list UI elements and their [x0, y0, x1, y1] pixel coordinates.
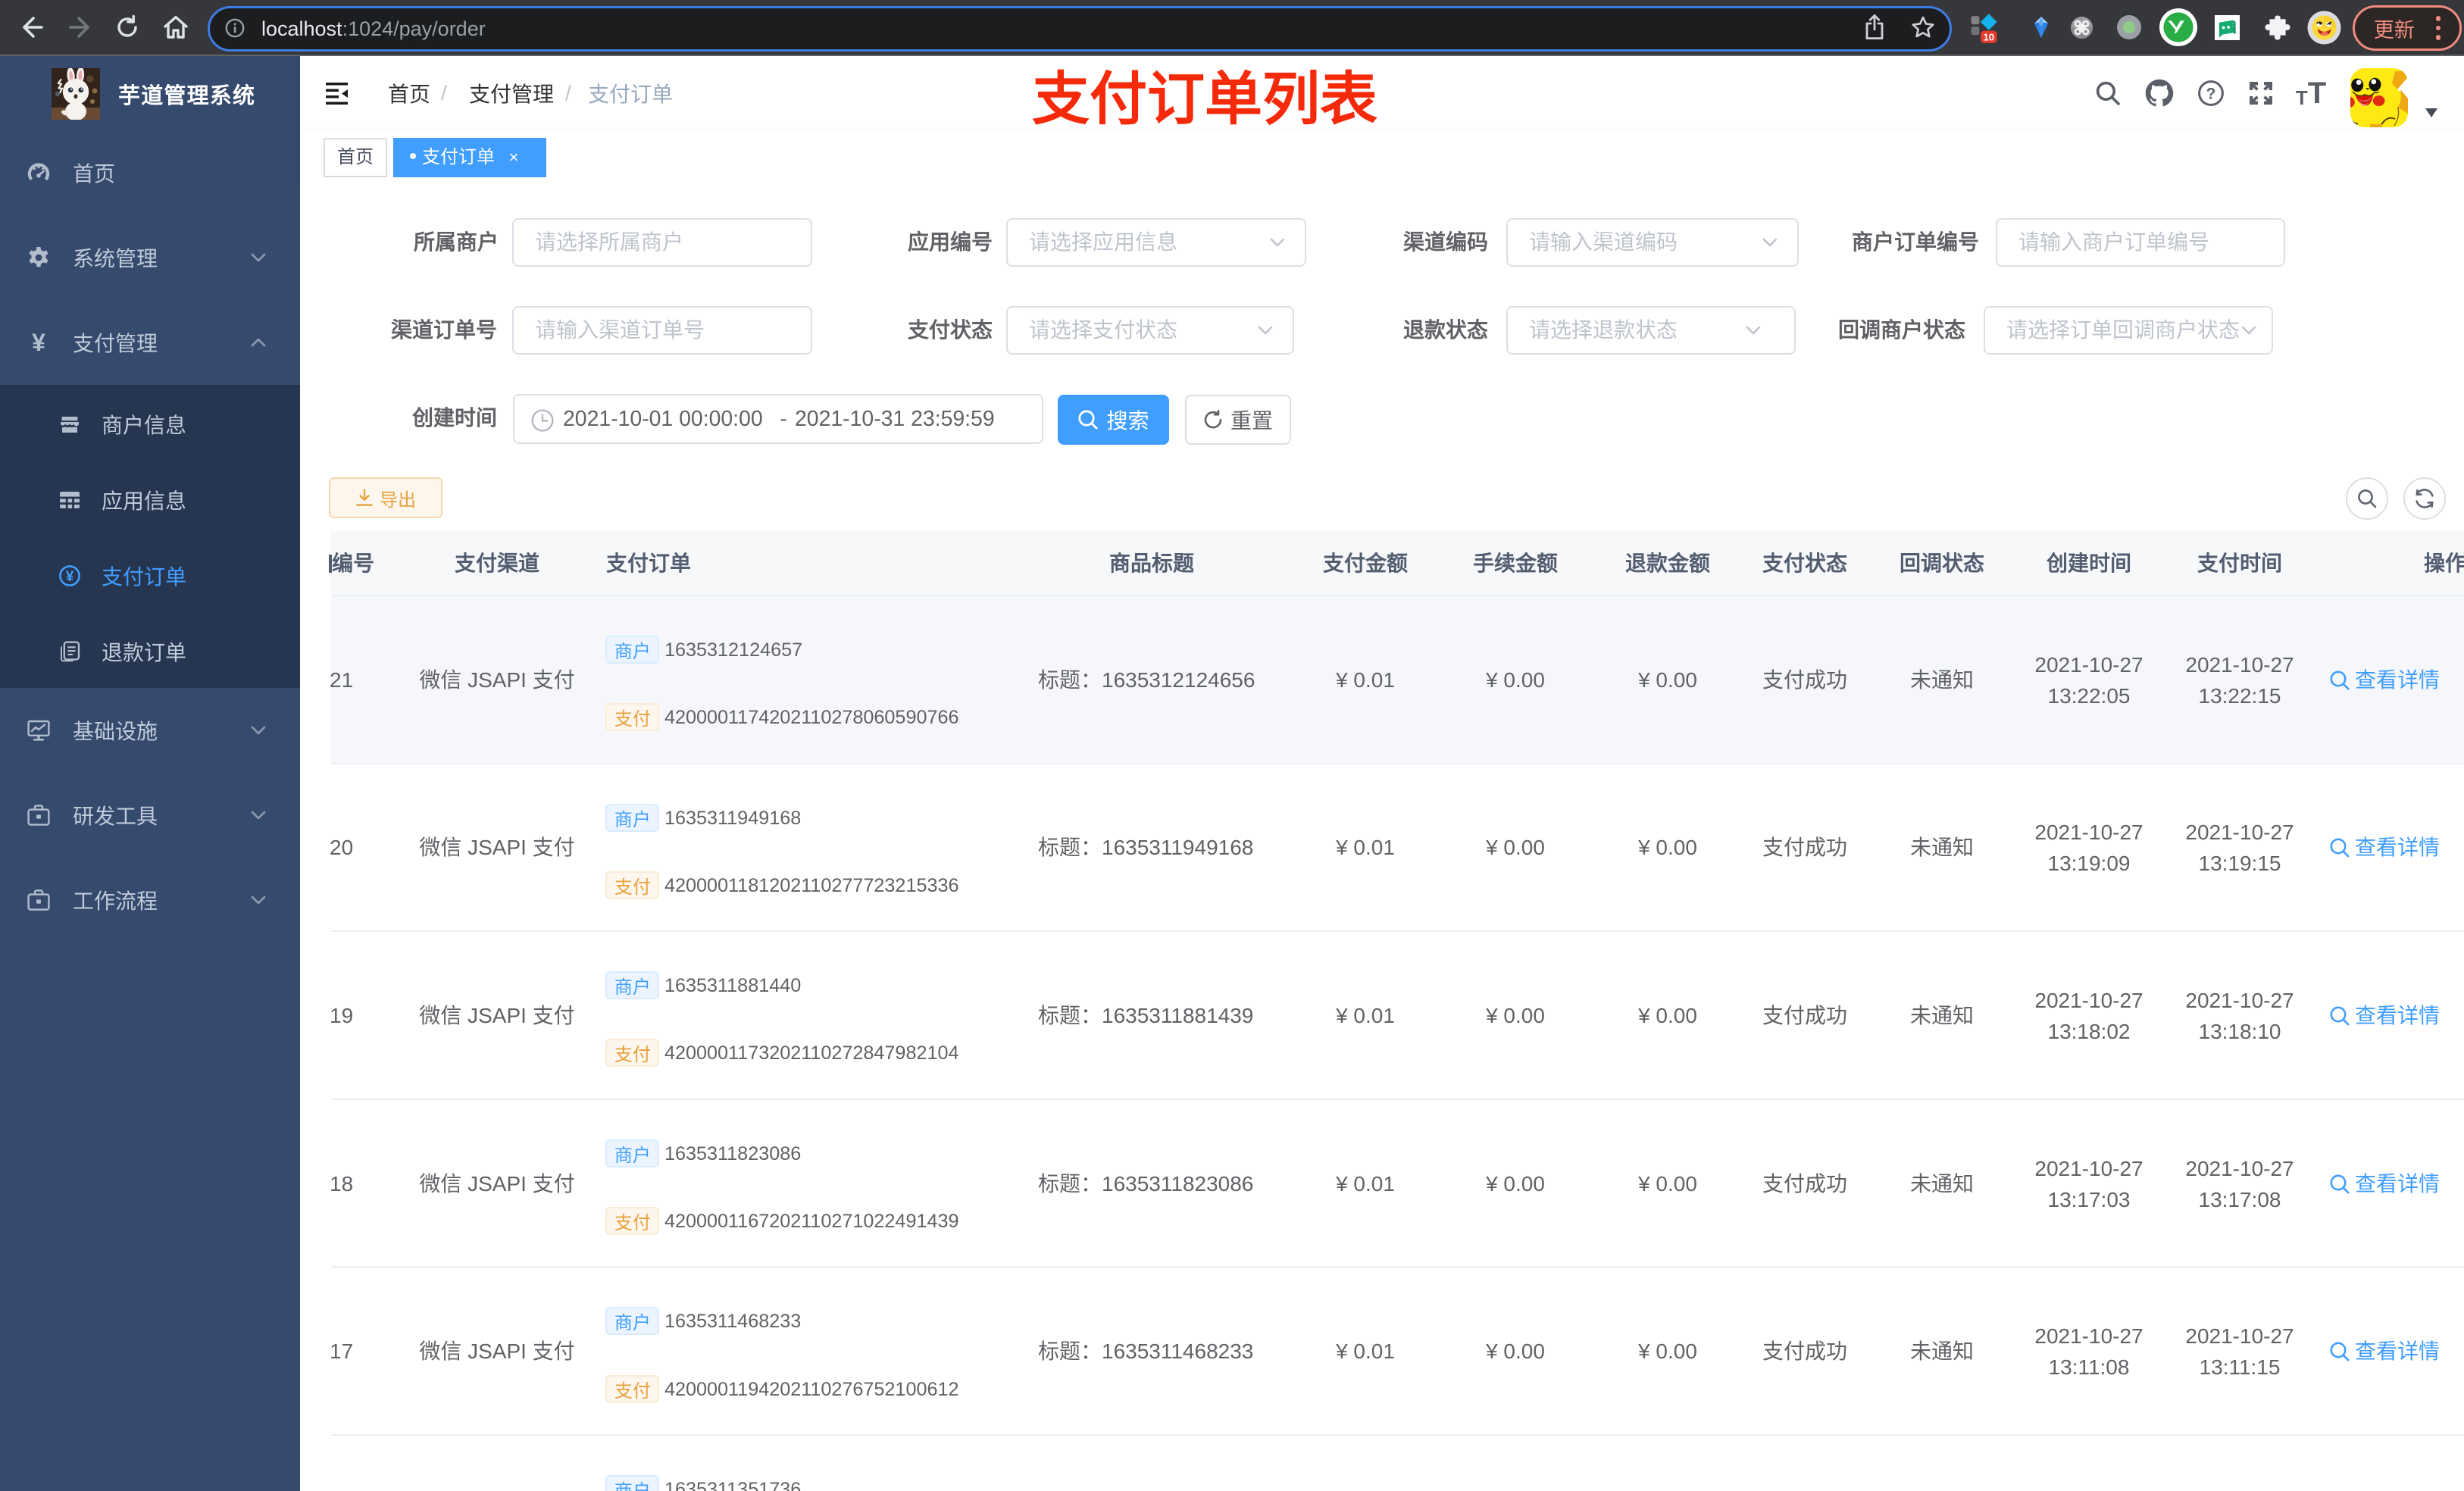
svg-text:10: 10: [1983, 31, 1994, 42]
svg-text:¥: ¥: [66, 569, 74, 585]
svg-text:?: ?: [2206, 85, 2216, 102]
